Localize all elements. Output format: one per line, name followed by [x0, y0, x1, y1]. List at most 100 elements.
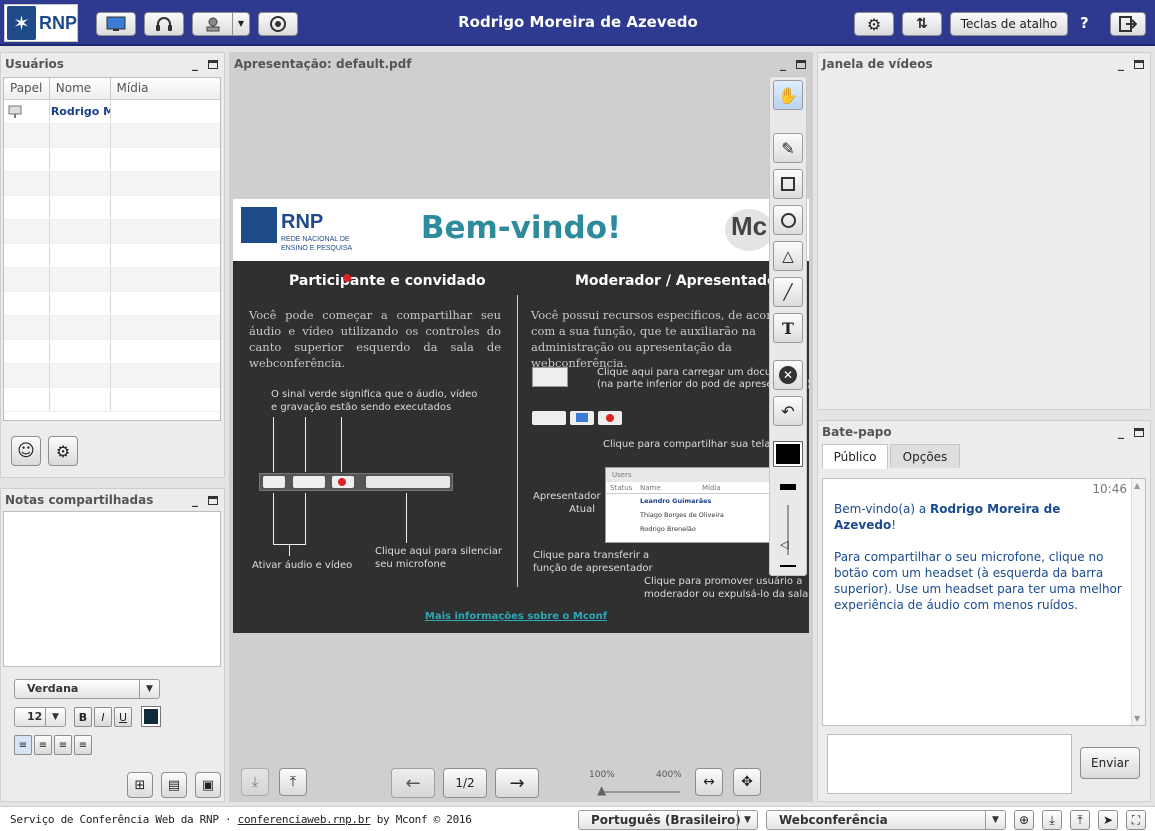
webcam-button[interactable]: ▼	[192, 12, 250, 36]
color-picker[interactable]	[773, 441, 803, 467]
arrow-right-icon: →	[509, 772, 525, 794]
mini-row-1: Leandro Guimarães	[640, 497, 712, 505]
settings-button[interactable]: ⚙	[854, 12, 894, 36]
bold-button[interactable]: B	[74, 707, 92, 727]
scroll-up-icon[interactable]: ▲	[1134, 481, 1140, 490]
maximize-icon[interactable]	[208, 60, 218, 69]
font-size-select[interactable]: 12 ▼	[14, 707, 66, 727]
footer-suffix: by Mconf © 2016	[370, 813, 472, 826]
shortcuts-button[interactable]: Teclas de atalho	[950, 12, 1068, 36]
fit-page-button[interactable]: ✥	[733, 768, 761, 796]
chevron-down-icon: ▼	[737, 811, 757, 829]
minimize-icon[interactable]: _	[1118, 421, 1124, 443]
align-center-button[interactable]: ≡	[34, 735, 52, 755]
network-button[interactable]: ⇅	[902, 12, 942, 36]
zoom-slider-handle-icon[interactable]: ▲	[597, 783, 606, 797]
minimize-icon[interactable]: _	[192, 53, 198, 75]
page-indicator[interactable]: 1/2	[443, 768, 487, 798]
triangle-tool-button[interactable]: △	[773, 241, 803, 271]
share-layout-button[interactable]: ➤	[1098, 810, 1118, 830]
column-name[interactable]: Nome	[50, 78, 111, 99]
zoom-slider[interactable]	[600, 791, 680, 793]
line-tool-button[interactable]: ╱	[773, 277, 803, 307]
record-icon	[270, 16, 286, 32]
logout-button[interactable]	[1110, 12, 1146, 36]
mute-note-2: seu microfone	[375, 559, 447, 570]
text-tool-button[interactable]: T	[773, 313, 803, 343]
column-role[interactable]: Papel	[4, 78, 50, 99]
presentation-slide[interactable]: RNP REDE NACIONAL DE ENSINO E PESQUISA Be…	[233, 199, 809, 633]
slide-left-text: Você pode começar a compartilhar seu áud…	[249, 308, 501, 370]
layout-select[interactable]: Webconferência ▼	[766, 810, 1006, 830]
maximize-icon[interactable]	[796, 60, 806, 69]
pencil-tool-button[interactable]: ✎	[773, 133, 803, 163]
align-justify-button[interactable]: ≡	[74, 735, 92, 755]
fullscreen-button[interactable]: ⛶	[1126, 810, 1146, 830]
triangle-icon: △	[782, 247, 794, 265]
users-settings-button[interactable]: ⚙	[48, 436, 78, 466]
layout-value: Webconferência	[779, 813, 888, 827]
headset-button[interactable]	[144, 12, 184, 36]
text-icon: T	[782, 318, 794, 338]
welcome-suffix: !	[891, 518, 897, 532]
previous-slide-button[interactable]: ←	[391, 768, 435, 798]
new-note-button[interactable]: ⊞	[127, 772, 153, 798]
table-row[interactable]: Rodrigo Moreira de Azevedo	[4, 100, 220, 124]
minimize-icon[interactable]: _	[192, 489, 198, 511]
help-button[interactable]: ?	[1080, 14, 1089, 32]
minimize-icon[interactable]: _	[1118, 53, 1124, 75]
undo-button[interactable]: ↶	[773, 396, 803, 426]
hand-tool-button[interactable]: ✋	[773, 80, 803, 110]
chat-input[interactable]	[827, 734, 1072, 794]
upload-layout-button[interactable]: ⤒	[1070, 810, 1090, 830]
thickness-slider-handle-icon[interactable]: ◁	[780, 538, 788, 551]
welcome-line: Bem-vindo(a) a Rodrigo Moreira de Azeved…	[834, 501, 1126, 533]
slide-title: Bem-vindo!	[420, 210, 622, 246]
italic-button[interactable]: I	[94, 707, 112, 727]
scroll-down-icon[interactable]: ▼	[1134, 714, 1140, 723]
text-color-picker[interactable]	[141, 706, 161, 727]
language-select[interactable]: Português (Brasileiro) ▼	[578, 810, 758, 830]
notes-textarea[interactable]	[3, 511, 221, 667]
chevron-down-icon[interactable]: ▼	[232, 13, 249, 35]
next-slide-button[interactable]: →	[495, 768, 539, 798]
fit-width-button[interactable]: ↔	[695, 768, 723, 796]
column-media[interactable]: Mídia	[111, 78, 220, 99]
record-button[interactable]	[258, 12, 298, 36]
clear-button[interactable]: ✕	[773, 360, 803, 390]
footer-link[interactable]: conferenciaweb.rnp.br	[238, 813, 371, 826]
promote-note-1: Clique para promover usuário a	[644, 576, 803, 587]
mini-users-title: Users	[606, 468, 774, 482]
share-screen-note: Clique para compartilhar sua tela	[603, 439, 771, 450]
upload-button[interactable]: ⤒	[279, 768, 307, 796]
presenter-icon	[4, 100, 50, 123]
align-left-button[interactable]: ≡	[14, 735, 32, 755]
promote-note-2: moderador ou expulsá-lo da sala	[644, 589, 809, 600]
emoji-button[interactable]: ☺	[11, 436, 41, 466]
maximize-icon[interactable]	[208, 496, 218, 505]
ellipse-tool-button[interactable]	[773, 205, 803, 235]
add-layout-button[interactable]: ⊕	[1014, 810, 1034, 830]
chat-scrollbar[interactable]: ▲ ▼	[1131, 479, 1145, 725]
more-info-link[interactable]: Mais informações sobre o Mconf	[233, 611, 799, 622]
font-family-select[interactable]: Verdana ▼	[14, 679, 160, 699]
tab-options[interactable]: Opções	[890, 444, 960, 468]
maximize-icon[interactable]	[1134, 428, 1144, 437]
download-layout-button[interactable]: ⤓	[1042, 810, 1062, 830]
webcam-icon	[206, 17, 220, 32]
align-right-button[interactable]: ≡	[54, 735, 72, 755]
rectangle-tool-button[interactable]	[773, 169, 803, 199]
send-button[interactable]: Enviar	[1080, 747, 1140, 779]
font-family-value: Verdana	[27, 682, 79, 695]
save-note-button[interactable]: ▣	[195, 772, 221, 798]
open-note-button[interactable]: ▤	[161, 772, 187, 798]
underline-button[interactable]: U	[114, 707, 132, 727]
share-screen-button[interactable]	[96, 12, 136, 36]
align-right-icon: ≡	[58, 739, 68, 751]
chat-message: Bem-vindo(a) a Rodrigo Moreira de Azeved…	[834, 501, 1126, 613]
download-button[interactable]: ⤓	[241, 768, 269, 796]
save-icon: ▣	[201, 777, 215, 793]
tab-public[interactable]: Público	[822, 444, 888, 469]
maximize-icon[interactable]	[1134, 60, 1144, 69]
minimize-icon[interactable]: _	[780, 53, 786, 75]
